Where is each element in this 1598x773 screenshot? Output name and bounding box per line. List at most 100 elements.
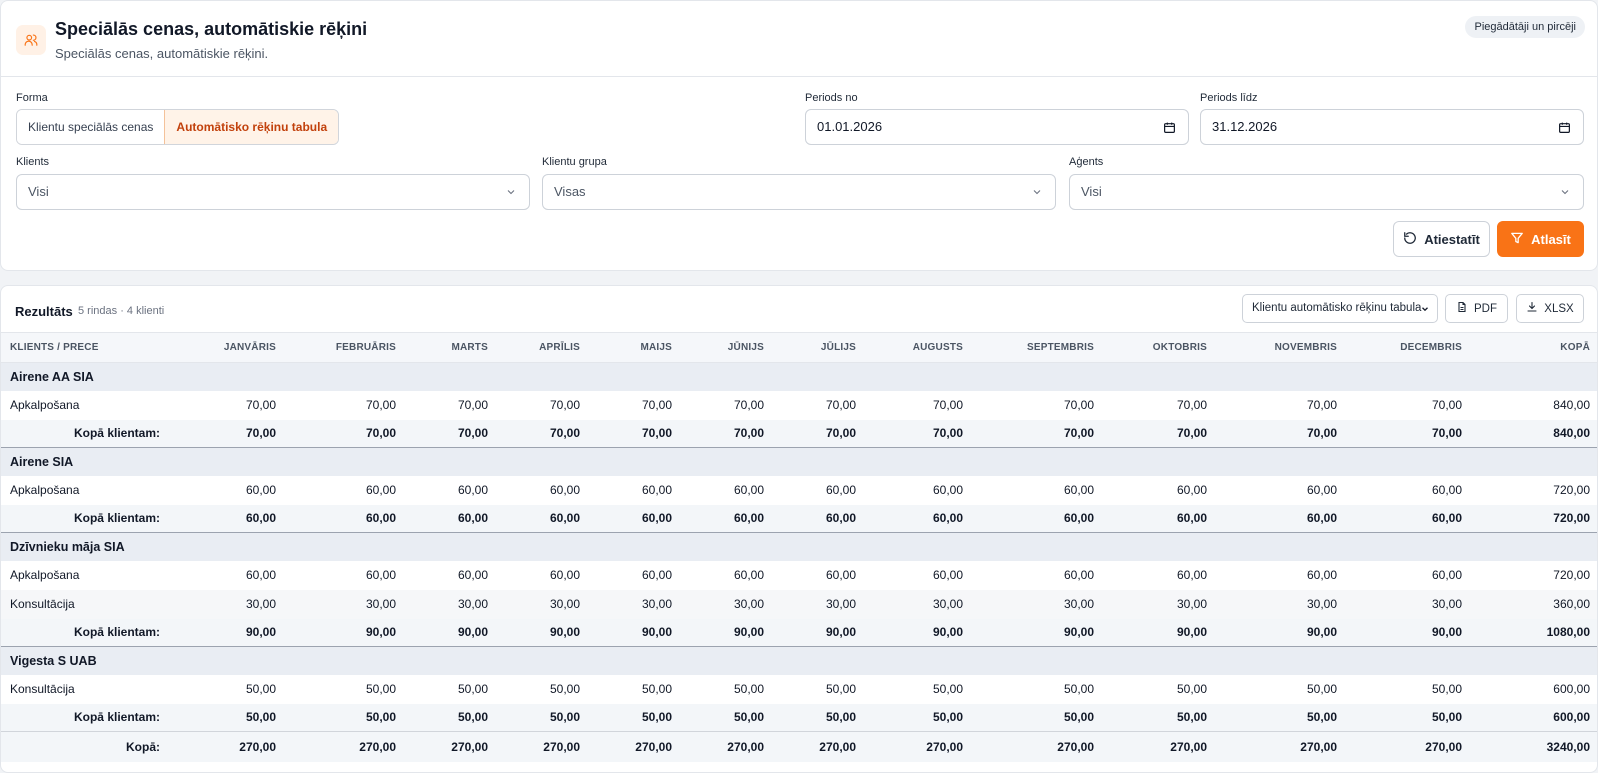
reset-button-label: Atiestatīt xyxy=(1424,231,1480,247)
table-row-label: Apkalpošana xyxy=(1,560,174,590)
client-subtotal-row-label: Kopā klientam: xyxy=(1,618,174,647)
agent-label: Aģents xyxy=(1069,156,1104,168)
table-cell: 70,00 xyxy=(1346,390,1471,420)
table-cell: 60,00 xyxy=(589,475,681,505)
group-select[interactable]: Visas xyxy=(542,174,1056,210)
table-cell: 70,00 xyxy=(865,419,972,448)
table-cell: 30,00 xyxy=(285,589,405,619)
form-option-auto-invoices[interactable]: Automātisko rēķinu tabula xyxy=(164,110,339,144)
table-cell: 60,00 xyxy=(285,475,405,505)
table-header-row: Klients / Prece Janvāris Februāris Marts Apr… xyxy=(1,332,1597,363)
table-cell: 270,00 xyxy=(285,731,405,762)
table-cell: 50,00 xyxy=(174,703,285,732)
reset-button[interactable]: Atiestatīt xyxy=(1393,221,1490,257)
table-cell: 50,00 xyxy=(497,674,589,704)
table-cell: 60,00 xyxy=(1103,504,1216,533)
table-cell: 30,00 xyxy=(681,589,773,619)
table-cell: 70,00 xyxy=(1103,390,1216,420)
file-text-icon xyxy=(1456,301,1468,316)
table-row: Konsultācija 50,00 50,00 50,00 50,00 50,00 50,… xyxy=(1,674,1597,704)
client-subtotal-row-label: Kopā klientam: xyxy=(1,504,174,533)
table-body: Airene AA SIA Apkalpošana 70,00 70,00 70,00 7… xyxy=(1,362,1597,762)
period-to-input[interactable]: 31.12.2026 xyxy=(1200,109,1584,145)
results-title: Rezultāts xyxy=(15,304,73,319)
table-cell: 60,00 xyxy=(405,560,497,590)
period-from-value: 01.01.2026 xyxy=(817,119,883,134)
apply-filter-button[interactable]: Atlasīt xyxy=(1497,221,1584,257)
client-select[interactable]: Visi xyxy=(16,174,530,210)
page-title: Speciālās cenas, automātiskie rēķini xyxy=(55,19,368,39)
table-cell: 70,00 xyxy=(972,419,1103,448)
table-cell: 60,00 xyxy=(405,475,497,505)
xlsx-label: XLSX xyxy=(1544,302,1574,315)
client-select-value: Visi xyxy=(28,184,49,199)
apply-button-label: Atlasīt xyxy=(1531,231,1571,247)
table-cell: 90,00 xyxy=(972,618,1103,647)
table-cell: 60,00 xyxy=(972,504,1103,533)
form-option-special-prices[interactable]: Klientu speciālās cenas xyxy=(17,110,165,144)
table-cell: 50,00 xyxy=(1103,674,1216,704)
table-cell: 50,00 xyxy=(773,703,865,732)
table-cell: 60,00 xyxy=(174,504,285,533)
table-cell: 70,00 xyxy=(865,390,972,420)
chevron-down-icon xyxy=(1031,175,1043,209)
table-row: Konsultācija 30,00 30,00 30,00 30,00 30,00 30,… xyxy=(1,589,1597,619)
table-cell: 70,00 xyxy=(405,390,497,420)
column-header: Jūnijs xyxy=(681,332,773,363)
table-cell: 50,00 xyxy=(1216,674,1346,704)
table-cell: 270,00 xyxy=(589,731,681,762)
table-cell: 70,00 xyxy=(773,390,865,420)
table-cell: 720,00 xyxy=(1471,560,1597,590)
table-cell: 60,00 xyxy=(1346,504,1471,533)
table-cell: 30,00 xyxy=(405,589,497,619)
table-cell: 60,00 xyxy=(1346,475,1471,505)
table-cell: 90,00 xyxy=(174,618,285,647)
table-cell: 1080,00 xyxy=(1471,618,1597,647)
table-cell: 50,00 xyxy=(1216,703,1346,732)
period-from-input[interactable]: 01.01.2026 xyxy=(805,109,1189,145)
table-cell: 270,00 xyxy=(405,731,497,762)
table-cell: 60,00 xyxy=(497,560,589,590)
calendar-icon[interactable] xyxy=(1163,110,1176,144)
table-cell: 60,00 xyxy=(773,475,865,505)
page-subtitle: Speciālās cenas, automātiskie rēķini. xyxy=(55,46,269,61)
table-cell: 90,00 xyxy=(405,618,497,647)
table-cell: 720,00 xyxy=(1471,504,1597,533)
table-cell: 60,00 xyxy=(1216,475,1346,505)
table-cell: 70,00 xyxy=(174,419,285,448)
table-cell: 60,00 xyxy=(174,560,285,590)
agent-select[interactable]: Visi xyxy=(1069,174,1584,210)
table-cell: 60,00 xyxy=(174,475,285,505)
table-cell: 50,00 xyxy=(865,674,972,704)
export-xlsx-button[interactable]: XLSX xyxy=(1516,294,1584,323)
table-cell: 60,00 xyxy=(773,560,865,590)
table-cell: 50,00 xyxy=(589,703,681,732)
table-cell: 60,00 xyxy=(773,504,865,533)
table-cell: 50,00 xyxy=(285,674,405,704)
column-header: Kopā xyxy=(1471,332,1597,363)
table-cell: 70,00 xyxy=(589,390,681,420)
table-cell: 60,00 xyxy=(681,475,773,505)
table-cell: 70,00 xyxy=(589,419,681,448)
table-cell: 50,00 xyxy=(497,703,589,732)
results-table: Klients / Prece Janvāris Februāris Marts Apr… xyxy=(1,332,1597,762)
client-subtotal-row: Kopā klientam: 50,00 50,00 50,00 50,00 50,00 5… xyxy=(1,703,1597,732)
client-subtotal-row: Kopā klientam: 60,00 60,00 60,00 60,00 60,00 6… xyxy=(1,504,1597,533)
client-group-row: Dzīvnieku māja SIA xyxy=(1,532,1597,561)
table-cell: 60,00 xyxy=(589,560,681,590)
export-pdf-button[interactable]: PDF xyxy=(1445,294,1508,323)
table-cell: 30,00 xyxy=(1346,589,1471,619)
table-cell: 270,00 xyxy=(681,731,773,762)
table-cell: 90,00 xyxy=(865,618,972,647)
table-cell: 50,00 xyxy=(865,703,972,732)
calendar-icon[interactable] xyxy=(1558,110,1571,144)
table-cell: 90,00 xyxy=(589,618,681,647)
column-header: Septembris xyxy=(972,332,1103,363)
table-cell: 90,00 xyxy=(497,618,589,647)
table-cell: 60,00 xyxy=(865,560,972,590)
table-cell: 70,00 xyxy=(285,419,405,448)
column-header: Februāris xyxy=(285,332,405,363)
view-select[interactable]: Klientu automātisko rēķinu tabula xyxy=(1242,294,1438,323)
table-cell: 50,00 xyxy=(681,703,773,732)
table-cell: 60,00 xyxy=(1103,560,1216,590)
